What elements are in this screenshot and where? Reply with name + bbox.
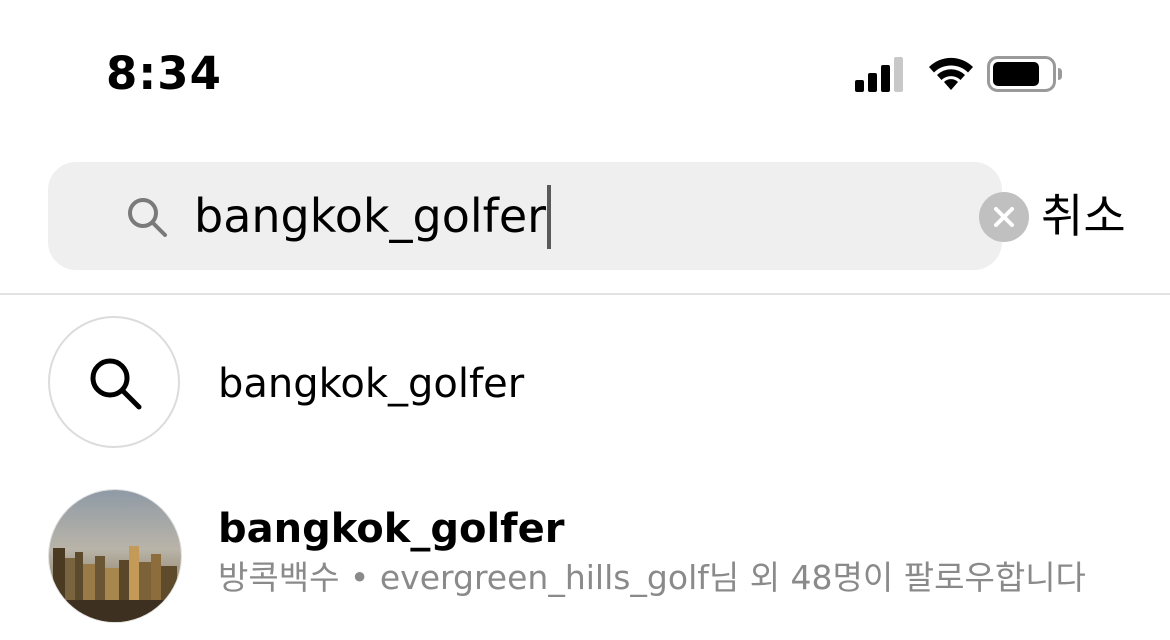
account-result-row[interactable]: bangkok_golfer 방콕백수 • evergreen_hills_go… bbox=[0, 489, 1170, 623]
account-username: bangkok_golfer bbox=[218, 506, 565, 552]
cancel-button[interactable]: 취소 bbox=[1041, 190, 1126, 242]
search-query-text: bangkok_golfer bbox=[194, 189, 547, 243]
wifi-icon bbox=[929, 57, 973, 90]
clear-icon bbox=[994, 207, 1014, 227]
search-suggestion-label: bangkok_golfer bbox=[218, 361, 525, 407]
status-time: 8:34 bbox=[106, 47, 222, 100]
avatar[interactable] bbox=[48, 489, 182, 623]
text-caret bbox=[547, 184, 552, 249]
avatar-image bbox=[49, 490, 181, 622]
search-field[interactable]: bangkok_golfer bbox=[48, 162, 1029, 270]
search-icon bbox=[128, 198, 167, 237]
account-subtitle: 방콕백수 • evergreen_hills_golf님 외 48명이 팔로우합… bbox=[218, 558, 1086, 597]
battery-icon bbox=[987, 56, 1062, 92]
divider bbox=[0, 293, 1170, 295]
search-suggestion-row[interactable]: bangkok_golfer bbox=[0, 316, 1170, 448]
search-icon bbox=[90, 358, 142, 410]
status-bar: 8:34 bbox=[0, 0, 1170, 150]
search-input[interactable]: bangkok_golfer bbox=[194, 182, 552, 250]
search-suggestion-icon-circle bbox=[48, 316, 180, 448]
clear-button[interactable] bbox=[979, 192, 1029, 242]
signal-icon bbox=[855, 57, 903, 92]
search-row: bangkok_golfer 취소 bbox=[0, 162, 1170, 270]
